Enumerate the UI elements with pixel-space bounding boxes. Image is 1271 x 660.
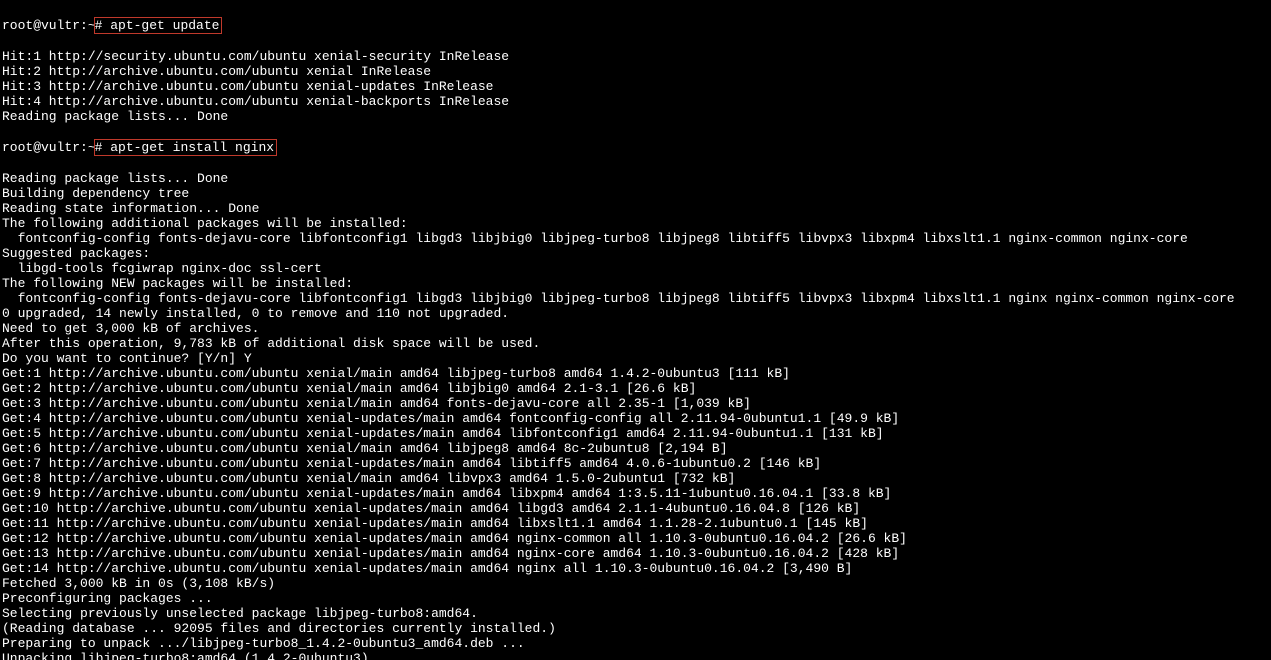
- terminal-line: Get:11 http://archive.ubuntu.com/ubuntu …: [2, 516, 1271, 531]
- terminal-line: Preconfiguring packages ...: [2, 591, 1271, 606]
- terminal-line: 0 upgraded, 14 newly installed, 0 to rem…: [2, 306, 1271, 321]
- terminal-line: Get:7 http://archive.ubuntu.com/ubuntu x…: [2, 456, 1271, 471]
- prompt-line-2: root@vultr:~# apt-get install nginx: [2, 139, 1271, 156]
- terminal-line: Building dependency tree: [2, 186, 1271, 201]
- terminal-line: fontconfig-config fonts-dejavu-core libf…: [2, 291, 1271, 306]
- command-highlight-1: # apt-get update: [94, 17, 223, 34]
- terminal-line: Selecting previously unselected package …: [2, 606, 1271, 621]
- terminal-line: Fetched 3,000 kB in 0s (3,108 kB/s): [2, 576, 1271, 591]
- command-text: # apt-get update: [95, 18, 220, 33]
- terminal-line: libgd-tools fcgiwrap nginx-doc ssl-cert: [2, 261, 1271, 276]
- terminal-line: After this operation, 9,783 kB of additi…: [2, 336, 1271, 351]
- prompt-line-1: root@vultr:~# apt-get update: [2, 17, 1271, 34]
- terminal-line: Get:8 http://archive.ubuntu.com/ubuntu x…: [2, 471, 1271, 486]
- terminal-line: Get:14 http://archive.ubuntu.com/ubuntu …: [2, 561, 1271, 576]
- terminal-line: Get:13 http://archive.ubuntu.com/ubuntu …: [2, 546, 1271, 561]
- terminal-line: Get:9 http://archive.ubuntu.com/ubuntu x…: [2, 486, 1271, 501]
- terminal-line: Get:5 http://archive.ubuntu.com/ubuntu x…: [2, 426, 1271, 441]
- terminal-line: Hit:2 http://archive.ubuntu.com/ubuntu x…: [2, 64, 1271, 79]
- terminal-line: (Reading database ... 92095 files and di…: [2, 621, 1271, 636]
- terminal-line: Reading state information... Done: [2, 201, 1271, 216]
- terminal-line: fontconfig-config fonts-dejavu-core libf…: [2, 231, 1271, 246]
- terminal-line: Need to get 3,000 kB of archives.: [2, 321, 1271, 336]
- terminal-line: Reading package lists... Done: [2, 109, 1271, 124]
- terminal-line: Get:4 http://archive.ubuntu.com/ubuntu x…: [2, 411, 1271, 426]
- terminal-line: Hit:4 http://archive.ubuntu.com/ubuntu x…: [2, 94, 1271, 109]
- terminal-output: root@vultr:~# apt-get update Hit:1 http:…: [0, 0, 1271, 660]
- terminal-line: Get:3 http://archive.ubuntu.com/ubuntu x…: [2, 396, 1271, 411]
- command-text: # apt-get install nginx: [95, 140, 274, 155]
- terminal-line: Get:10 http://archive.ubuntu.com/ubuntu …: [2, 501, 1271, 516]
- prompt-prefix: root@vultr:~: [2, 18, 96, 33]
- terminal-line: Preparing to unpack .../libjpeg-turbo8_1…: [2, 636, 1271, 651]
- terminal-line: Suggested packages:: [2, 246, 1271, 261]
- terminal-line: Reading package lists... Done: [2, 171, 1271, 186]
- terminal-line: The following additional packages will b…: [2, 216, 1271, 231]
- terminal-line: Hit:1 http://security.ubuntu.com/ubuntu …: [2, 49, 1271, 64]
- terminal-line: Unpacking libjpeg-turbo8:amd64 (1.4.2-0u…: [2, 651, 1271, 660]
- terminal-line: Get:12 http://archive.ubuntu.com/ubuntu …: [2, 531, 1271, 546]
- terminal-line: Do you want to continue? [Y/n] Y: [2, 351, 1271, 366]
- terminal-line: Get:1 http://archive.ubuntu.com/ubuntu x…: [2, 366, 1271, 381]
- output-block-1: Hit:1 http://security.ubuntu.com/ubuntu …: [2, 49, 1271, 124]
- terminal-line: Get:2 http://archive.ubuntu.com/ubuntu x…: [2, 381, 1271, 396]
- terminal-line: Get:6 http://archive.ubuntu.com/ubuntu x…: [2, 441, 1271, 456]
- terminal-line: The following NEW packages will be insta…: [2, 276, 1271, 291]
- command-highlight-2: # apt-get install nginx: [94, 139, 277, 156]
- terminal-line: Hit:3 http://archive.ubuntu.com/ubuntu x…: [2, 79, 1271, 94]
- prompt-prefix: root@vultr:~: [2, 140, 96, 155]
- output-block-2: Reading package lists... DoneBuilding de…: [2, 171, 1271, 660]
